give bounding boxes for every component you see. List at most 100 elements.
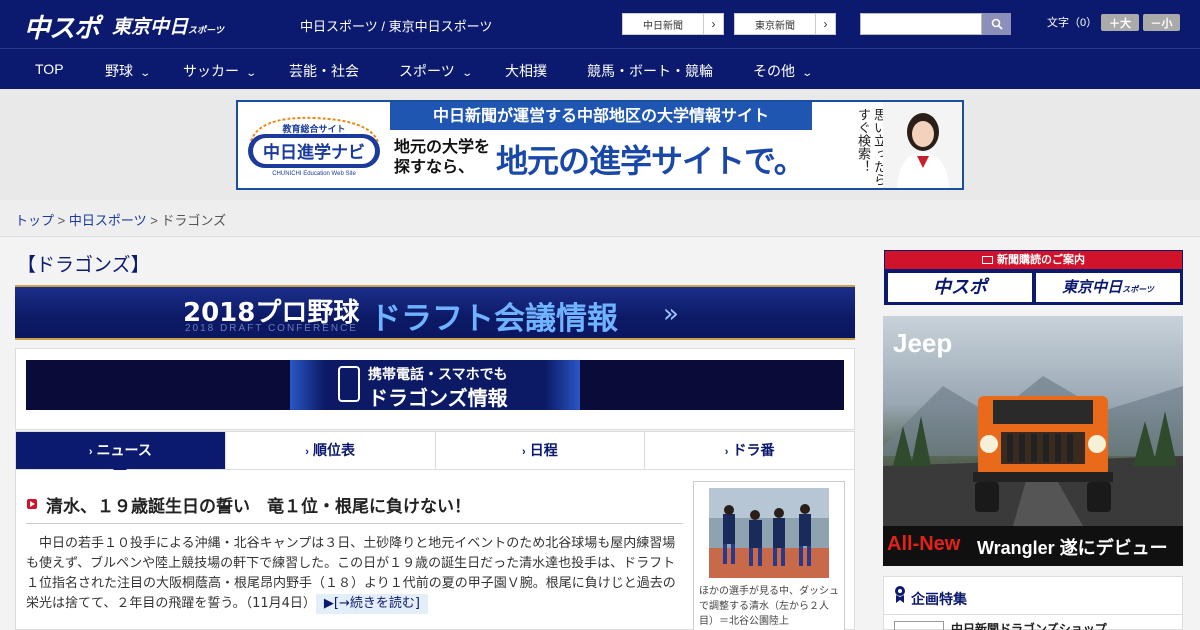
- breadcrumb-sep: >: [146, 213, 162, 228]
- article-date: （11月4日）: [245, 596, 316, 611]
- education-navi-ad[interactable]: 教育総合サイト 中日進学ナビ CHUNICHI Education Web Si…: [236, 100, 964, 190]
- draft-sub-text: 2018 DRAFT CONFERENCE: [185, 323, 358, 334]
- nav-item-entertainment[interactable]: 芸能・社会: [289, 61, 359, 81]
- main-nav: TOP 野球 ⌄ サッカー ⌄ 芸能・社会 スポーツ ⌄ 大相撲 競馬・ボート・競輪 …: [0, 48, 1200, 89]
- nav-item-label: 野球: [105, 63, 133, 79]
- site-title: 中日スポーツ / 東京中日スポーツ: [300, 19, 493, 34]
- tokyo-chunichi-logo[interactable]: 東京中日スポーツ: [112, 12, 224, 39]
- mobile-banner-inner: 携帯電話・スマホでも ドラゴンズ情報: [290, 360, 580, 410]
- site-header: 中スポ 東京中日スポーツ 中日スポーツ / 東京中日スポーツ 中日新聞 › 東京…: [0, 0, 1200, 48]
- nav-item-label: 競馬・ボート・競輪: [587, 63, 713, 79]
- tab-schedule[interactable]: › 日程: [435, 432, 646, 469]
- search-button[interactable]: [982, 13, 1011, 35]
- jeep-tagline-red: All-New: [887, 533, 961, 555]
- font-smaller-button[interactable]: －小: [1143, 14, 1180, 31]
- search-input[interactable]: [860, 13, 982, 35]
- feature-thumbnail[interactable]: [894, 621, 944, 630]
- nav-item-label: 芸能・社会: [289, 63, 359, 79]
- tokyo-chunichi-logo-small: スポーツ: [188, 26, 224, 36]
- read-more-link[interactable]: ▶[→続きを読む]: [315, 594, 428, 614]
- subscribe-tokyo-label: 東京中日: [1062, 278, 1123, 296]
- article-title[interactable]: 清水、１９歳誕生日の誓い 竜１位・根尾に負けない！: [46, 492, 471, 517]
- logo-sub: CHUNICHI Education Web Site: [272, 171, 356, 177]
- nav-item-label: TOP: [35, 61, 64, 77]
- tab-news[interactable]: › ニュース: [16, 432, 226, 476]
- feature-title: 企画特集: [911, 592, 967, 608]
- nav-item-soccer[interactable]: サッカー ⌄: [183, 61, 258, 81]
- breadcrumb: トップ > 中日スポーツ > ドラゴンズ: [15, 210, 226, 229]
- tokyo-shimbun-link[interactable]: 東京新聞 ›: [734, 13, 836, 35]
- jeep-brand: Jeep: [893, 328, 953, 358]
- play-icon: [27, 499, 37, 509]
- phone-icon: [338, 366, 360, 402]
- tab-standings[interactable]: › 順位表: [225, 432, 436, 469]
- subscription-box: 新聞購読のご案内 中スポ 東京中日スポーツ: [884, 250, 1183, 305]
- breadcrumb-current: ドラゴンズ: [161, 213, 227, 228]
- chevron-right-icon: ›: [522, 446, 526, 458]
- model-image: [883, 102, 962, 188]
- draft-conference-banner[interactable]: 2018プロ野球 ドラフト会議情報 2018 DRAFT CONFERENCE …: [15, 285, 855, 340]
- chuspo-logo[interactable]: 中スポ: [24, 8, 100, 45]
- chunichi-shimbun-link[interactable]: 中日新聞 ›: [622, 13, 724, 35]
- article-photo-box: ほかの選手が見る中、ダッシュで調整する清水（左から２人目）＝北谷公園陸上: [693, 481, 845, 630]
- nav-item-label: スポーツ: [399, 63, 455, 79]
- font-larger-button[interactable]: ＋大: [1101, 14, 1139, 31]
- ad-headline: 中日新聞が運営する中部地区の大学情報サイト: [390, 102, 812, 130]
- ribbon-icon: [895, 586, 905, 603]
- ad-big-text: 地元の進学サイトで。: [496, 142, 806, 180]
- chevron-right-icon: ›: [815, 14, 835, 34]
- mobile-info-banner[interactable]: 携帯電話・スマホでも ドラゴンズ情報: [26, 360, 844, 410]
- nav-item-sports[interactable]: スポーツ ⌄: [399, 61, 473, 81]
- tab-label: ニュース: [96, 442, 152, 458]
- nav-item-label: サッカー: [183, 63, 239, 79]
- mobile-banner-line1: 携帯電話・スマホでも: [368, 367, 508, 383]
- font-size-label: 文字（0）: [1047, 17, 1098, 29]
- chevron-down-icon: ⌄: [245, 68, 258, 79]
- tab-label: 順位表: [312, 442, 355, 458]
- subscribe-tokyo-label-small: スポーツ: [1122, 285, 1154, 294]
- mobile-banner-panel: 携帯電話・スマホでも ドラゴンズ情報: [15, 348, 855, 430]
- breadcrumb-sep: >: [54, 213, 69, 228]
- ad-sub-text: 地元の大学を 探すなら、: [394, 137, 491, 176]
- jeep-ad[interactable]: Jeep All-New Wrangler 遂にデビュー: [883, 316, 1183, 566]
- double-chevron-icon: »: [663, 299, 679, 329]
- divider: [26, 523, 683, 524]
- newspaper-icon: [982, 256, 993, 264]
- photo-caption: ほかの選手が見る中、ダッシュで調整する清水（左から２人目）＝北谷公園陸上: [699, 586, 839, 627]
- nav-item-top[interactable]: TOP: [35, 61, 64, 77]
- subscription-heading-text: 新聞購読のご案内: [997, 253, 1085, 266]
- subscribe-chuspo-button[interactable]: 中スポ: [888, 273, 1032, 302]
- chevron-down-icon: ⌄: [801, 68, 814, 79]
- logo-caption: 教育総合サイト: [281, 123, 345, 135]
- jeep-tagline: Wrangler 遂にデビュー: [977, 538, 1168, 558]
- tokyo-shimbun-label: 東京新聞: [755, 20, 795, 32]
- nav-item-other[interactable]: その他 ⌄: [753, 61, 814, 81]
- divider: [884, 614, 1182, 615]
- feature-item-link[interactable]: 中日新聞ドラゴンズショップ: [951, 620, 1107, 630]
- tokyo-chunichi-logo-text: 東京中日: [112, 16, 189, 38]
- chevron-right-icon: ›: [703, 14, 723, 34]
- breadcrumb-top[interactable]: トップ: [15, 213, 54, 228]
- article-photo[interactable]: [709, 488, 829, 578]
- page-title: 【ドラゴンズ】: [17, 255, 150, 276]
- chevron-down-icon: ⌄: [461, 68, 473, 79]
- nav-item-baseball[interactable]: 野球 ⌄: [105, 61, 151, 81]
- jeep-ad-footer: All-New Wrangler 遂にデビュー: [883, 526, 1183, 566]
- subscribe-tokyo-chunichi-button[interactable]: 東京中日スポーツ: [1036, 273, 1180, 302]
- nav-item-racing[interactable]: 競馬・ボート・競輪: [587, 61, 713, 81]
- article-body: 中日の若手１０投手による沖縄・北谷キャンプは３日、土砂降りと地元イベントのため北…: [26, 534, 686, 614]
- subscription-heading: 新聞購読のご案内: [885, 251, 1182, 269]
- education-navi-logo: 教育総合サイト 中日進学ナビ CHUNICHI Education Web Si…: [248, 116, 380, 177]
- logo-name: 中日進学ナビ: [263, 142, 365, 163]
- tab-draban[interactable]: › ドラ番: [645, 432, 854, 469]
- draft-main-text: ドラフト会議情報: [370, 301, 618, 337]
- chevron-right-icon: ›: [724, 446, 729, 458]
- nav-item-label: その他: [753, 63, 795, 79]
- chunichi-shimbun-label: 中日新聞: [643, 20, 683, 32]
- breadcrumb-chunichi[interactable]: 中日スポーツ: [69, 213, 147, 228]
- chevron-right-icon: ›: [305, 446, 309, 458]
- content-tabs: › ニュース › 順位表 › 日程 › ドラ番: [15, 431, 855, 476]
- news-article: 清水、１９歳誕生日の誓い 竜１位・根尾に負けない！ 中日の若手１０投手による沖縄…: [15, 470, 855, 630]
- chevron-right-icon: ›: [88, 446, 93, 458]
- nav-item-sumo[interactable]: 大相撲: [505, 61, 547, 81]
